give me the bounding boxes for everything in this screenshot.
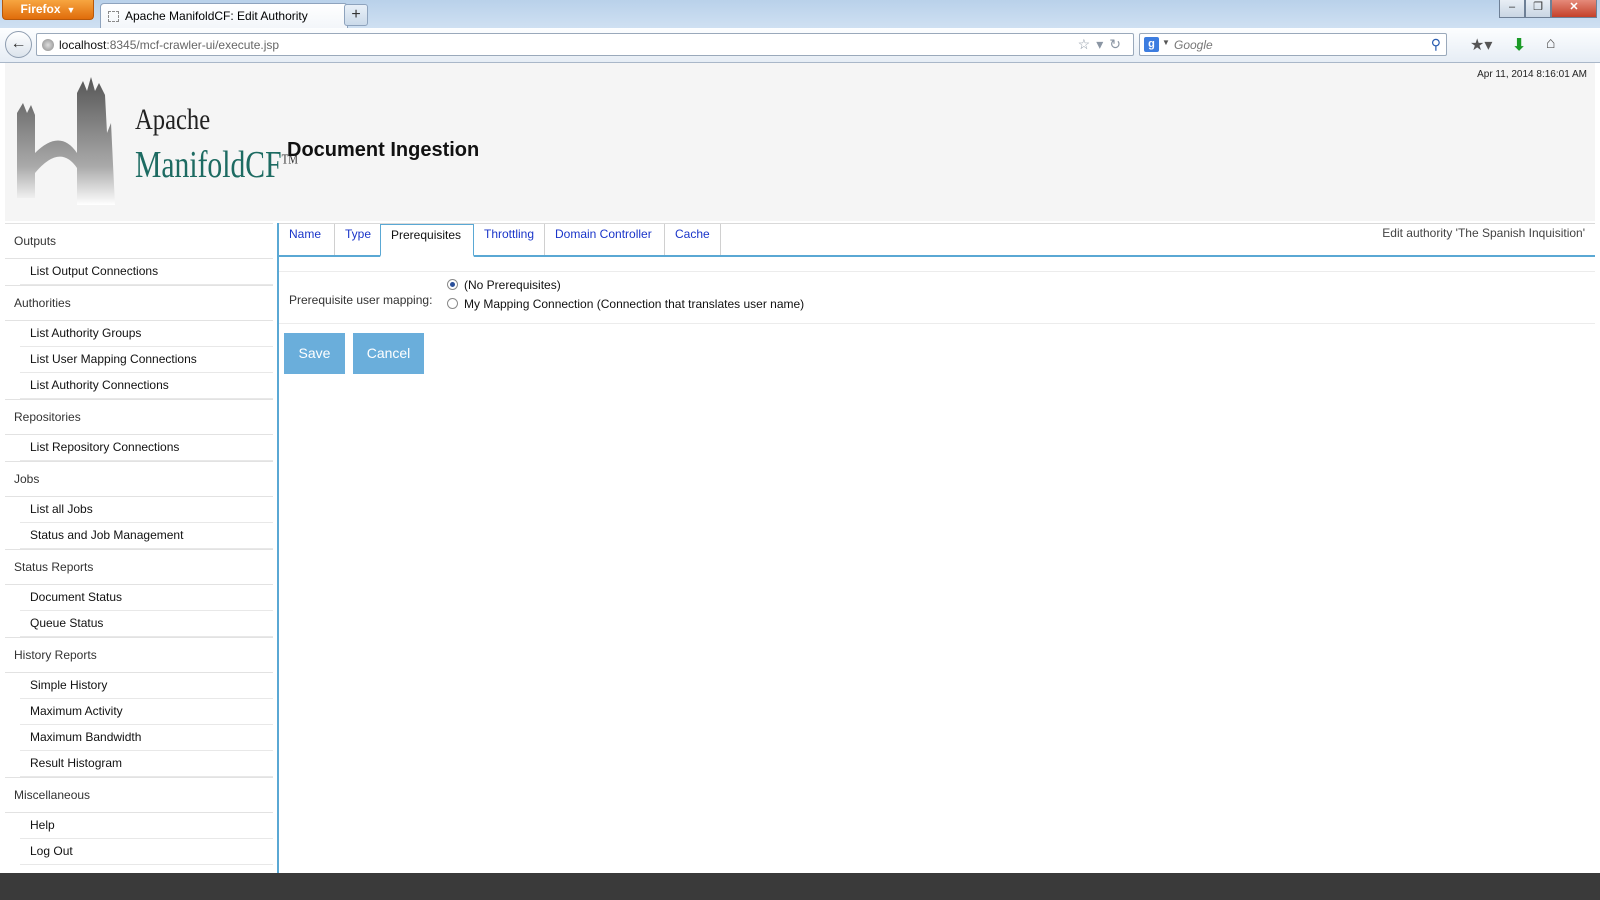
edit-authority-label: Edit authority 'The Spanish Inquisition': [1382, 226, 1585, 240]
reload-icon[interactable]: ↻: [1109, 36, 1127, 52]
tab-name[interactable]: Name: [279, 224, 335, 255]
url-bar[interactable]: localhost:8345/mcf-crawler-ui/execute.js…: [36, 33, 1134, 56]
sidebar-item-list-output-connections[interactable]: List Output Connections: [20, 259, 273, 285]
search-placeholder: Google: [1174, 38, 1213, 52]
sidebar-section-outputs: Outputs: [5, 223, 273, 259]
sidebar-item-maximum-activity[interactable]: Maximum Activity: [20, 699, 273, 725]
sidebar-item-document-status[interactable]: Document Status: [20, 585, 273, 611]
sidebar-section-status-reports: Status Reports: [5, 549, 273, 585]
chevron-down-icon: ▼: [66, 5, 76, 15]
window-controls: – ❐ ✕: [1499, 0, 1597, 18]
firefox-menu-label: Firefox: [20, 2, 61, 16]
sidebar-item-status-and-job-management[interactable]: Status and Job Management: [20, 523, 273, 549]
tab-domain-controller[interactable]: Domain Controller: [545, 224, 665, 255]
sidebar-item-list-authority-groups[interactable]: List Authority Groups: [20, 321, 273, 347]
toolbar-icons: ★▾ ⬇ ⌂: [1470, 35, 1555, 55]
new-tab-button[interactable]: +: [344, 4, 368, 26]
radio-label: (No Prerequisites): [464, 278, 561, 292]
browser-navbar: ← localhost:8345/mcf-crawler-ui/execute.…: [0, 28, 1600, 63]
sidebar-item-simple-history[interactable]: Simple History: [20, 673, 273, 699]
tab-type[interactable]: Type: [335, 224, 381, 255]
sidebar-section-jobs: Jobs: [5, 461, 273, 497]
main-panel: Name Type Prerequisites Throttling Domai…: [277, 223, 1595, 873]
url-path: :8345/mcf-crawler-ui/execute.jsp: [106, 38, 280, 52]
google-icon[interactable]: g: [1144, 37, 1159, 52]
minimize-icon[interactable]: –: [1499, 0, 1525, 18]
sidebar-nav: Outputs List Output Connections Authorit…: [5, 223, 273, 865]
sidebar-section-miscellaneous: Miscellaneous: [5, 777, 273, 813]
page-favicon-icon: [108, 11, 119, 22]
engine-dropdown-icon[interactable]: ▼: [1162, 38, 1170, 47]
radio-button[interactable]: [447, 298, 458, 309]
sidebar-item-help[interactable]: Help: [20, 813, 273, 839]
sidebar-item-queue-status[interactable]: Queue Status: [20, 611, 273, 637]
page-content: Apr 11, 2014 8:16:01 AM Apache ManifoldC…: [0, 63, 1600, 873]
bookmarks-menu-icon[interactable]: ★▾: [1470, 35, 1492, 55]
tab-throttling[interactable]: Throttling: [474, 224, 545, 255]
save-button[interactable]: Save: [284, 333, 345, 374]
logo-apache-text: Apache: [135, 103, 211, 136]
prerequisite-form-row: Prerequisite user mapping: (No Prerequis…: [279, 271, 1595, 324]
bookmark-star-icon[interactable]: ☆: [1078, 36, 1097, 52]
sidebar-item-list-all-jobs[interactable]: List all Jobs: [20, 497, 273, 523]
timestamp: Apr 11, 2014 8:16:01 AM: [1477, 69, 1587, 80]
url-text: localhost:8345/mcf-crawler-ui/execute.js…: [59, 38, 279, 52]
tab-prerequisites[interactable]: Prerequisites: [380, 224, 474, 257]
sidebar-section-repositories: Repositories: [5, 399, 273, 435]
firefox-menu-button[interactable]: Firefox ▼: [2, 0, 94, 20]
browser-tab-title: Apache ManifoldCF: Edit Authority: [125, 9, 308, 23]
back-arrow-icon[interactable]: ←: [5, 31, 32, 58]
manifoldcf-logo: Apache ManifoldCFTM: [15, 73, 298, 208]
sidebar-item-list-repository-connections[interactable]: List Repository Connections: [20, 435, 273, 461]
logo-product-name: ManifoldCF: [135, 144, 282, 186]
home-icon[interactable]: ⌂: [1546, 35, 1556, 55]
radio-button-checked[interactable]: [447, 279, 458, 290]
radio-option-no-prerequisites[interactable]: (No Prerequisites): [447, 278, 561, 292]
logo-manifoldcf-text: ManifoldCFTM: [135, 143, 298, 187]
sidebar-section-authorities: Authorities: [5, 285, 273, 321]
radio-label: My Mapping Connection (Connection that t…: [464, 297, 805, 311]
download-arrow-icon[interactable]: ⬇: [1512, 35, 1525, 55]
globe-icon: [42, 39, 54, 51]
sidebar-item-result-histogram[interactable]: Result Histogram: [20, 751, 273, 777]
sidebar-item-maximum-bandwidth[interactable]: Maximum Bandwidth: [20, 725, 273, 751]
close-icon[interactable]: ✕: [1551, 0, 1597, 18]
browser-titlebar: Firefox ▼ Apache ManifoldCF: Edit Authori…: [0, 0, 1600, 28]
sidebar-item-list-authority-connections[interactable]: List Authority Connections: [20, 373, 273, 399]
url-host: localhost: [59, 38, 107, 52]
radio-option-my-mapping-connection[interactable]: My Mapping Connection (Connection that t…: [447, 297, 804, 311]
tab-cache[interactable]: Cache: [665, 224, 721, 255]
sidebar-section-history-reports: History Reports: [5, 637, 273, 673]
cathedral-logo-icon: [17, 77, 115, 205]
sidebar-item-list-user-mapping-connections[interactable]: List User Mapping Connections: [20, 347, 273, 373]
taskbar-strip: [0, 873, 1600, 900]
browser-tab[interactable]: Apache ManifoldCF: Edit Authority: [100, 3, 348, 28]
search-magnifier-icon[interactable]: ⚲: [1431, 36, 1441, 53]
url-bar-actions: ☆▾↻: [1078, 36, 1127, 53]
restore-icon[interactable]: ❐: [1525, 0, 1551, 18]
search-bar[interactable]: g ▼ Google ⚲: [1139, 33, 1447, 56]
tab-bar: Name Type Prerequisites Throttling Domai…: [279, 223, 1595, 257]
sidebar-item-log-out[interactable]: Log Out: [20, 839, 273, 865]
cancel-button[interactable]: Cancel: [353, 333, 424, 374]
history-dropdown-icon[interactable]: ▾: [1096, 36, 1109, 52]
page-header: Apr 11, 2014 8:16:01 AM Apache ManifoldC…: [5, 63, 1595, 221]
page-title: Document Ingestion: [287, 139, 480, 161]
prerequisite-label: Prerequisite user mapping:: [289, 293, 433, 307]
